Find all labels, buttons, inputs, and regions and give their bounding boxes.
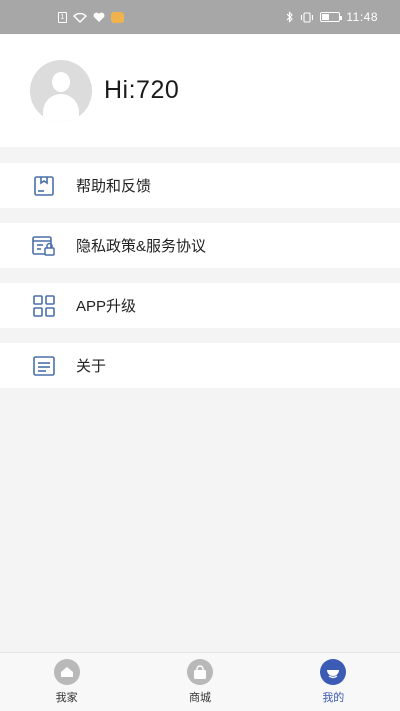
home-icon xyxy=(53,659,80,685)
tab-mall[interactable]: 商城 xyxy=(150,659,250,705)
notification-icon xyxy=(111,11,124,23)
profile-header[interactable]: Hi:720 xyxy=(0,34,400,147)
status-right: 11:48 xyxy=(286,10,378,24)
tab-label: 我家 xyxy=(55,692,78,704)
menu-item-label: 关于 xyxy=(76,358,107,375)
bluetooth-icon xyxy=(286,11,294,23)
battery-fill xyxy=(322,14,330,20)
menu-item-privacy-policy[interactable]: 隐私政策&服务协议 xyxy=(0,223,400,268)
menu-item-label: 隐私政策&服务协议 xyxy=(76,238,207,255)
avatar-head xyxy=(52,71,70,92)
privacy-policy-icon xyxy=(32,234,56,258)
tab-label: 商城 xyxy=(188,692,211,704)
status-bar: 1 11:48 xyxy=(0,0,400,34)
tab-home[interactable]: 我家 xyxy=(17,659,117,705)
avatar[interactable] xyxy=(30,59,92,122)
grid-icon xyxy=(32,294,56,318)
avatar-body xyxy=(43,93,79,122)
heart-icon xyxy=(93,12,105,23)
menu-item-label: APP升级 xyxy=(76,298,137,315)
menu-item-app-upgrade[interactable]: APP升级 xyxy=(0,283,400,328)
profile-icon xyxy=(320,659,347,685)
profile-greeting: Hi:720 xyxy=(104,76,180,104)
battery-icon xyxy=(320,12,343,22)
shopping-bag-icon xyxy=(186,659,213,685)
menu-item-about[interactable]: 关于 xyxy=(0,343,400,388)
bottom-tab-bar: 我家 商城 我的 xyxy=(0,652,400,711)
feedback-icon xyxy=(32,174,56,198)
about-icon xyxy=(32,354,56,378)
menu-item-help-feedback[interactable]: 帮助和反馈 xyxy=(0,163,400,208)
vibrate-icon xyxy=(300,11,314,23)
sim-icon: 1 xyxy=(58,11,67,23)
wifi-icon xyxy=(73,12,87,23)
menu-item-label: 帮助和反馈 xyxy=(76,178,152,195)
status-left: 1 xyxy=(58,11,124,23)
clock: 11:48 xyxy=(346,10,378,24)
tab-label: 我的 xyxy=(322,692,345,704)
tab-mine[interactable]: 我的 xyxy=(283,659,383,705)
